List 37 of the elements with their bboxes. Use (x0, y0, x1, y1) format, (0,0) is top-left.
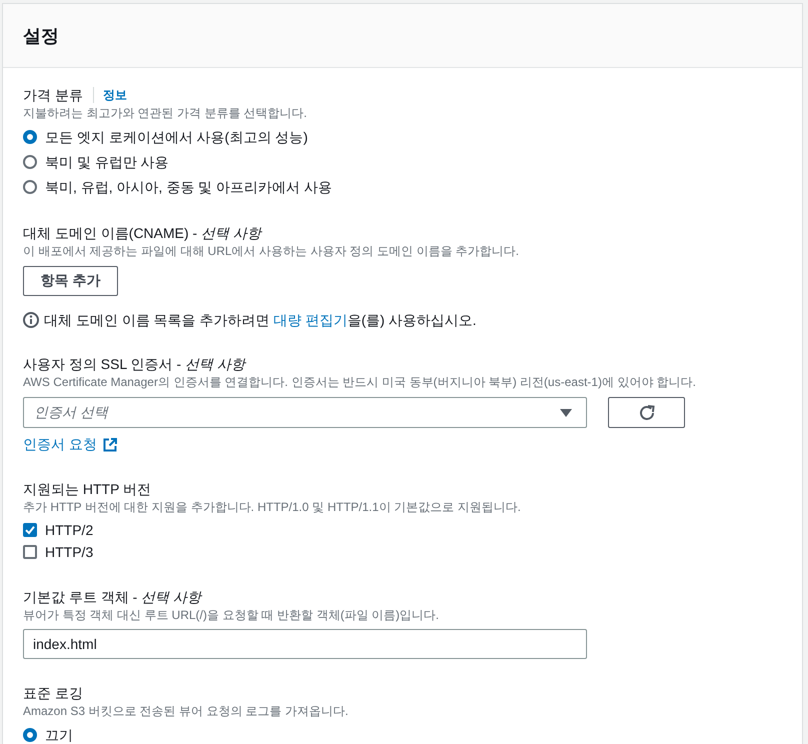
external-link-icon (102, 438, 117, 452)
caret-down-icon (560, 408, 572, 416)
field-description: 추가 HTTP 버전에 대한 지원을 추가합니다. HTTP/1.0 및 HTTP/1.1이 기본값으로 지원됩니다. (23, 499, 521, 515)
bulk-editor-link[interactable]: 대량 편집기 (273, 312, 348, 328)
field-label: 표준 로깅 (23, 684, 83, 703)
radio-label[interactable]: 모든 엣지 로케이션에서 사용(최고의 성능) (45, 128, 308, 144)
radio-label[interactable]: 북미 및 유럽만 사용 (45, 154, 169, 170)
refresh-button[interactable] (608, 397, 685, 428)
radio-button[interactable] (23, 728, 37, 742)
refresh-icon (638, 404, 656, 422)
field-description: AWS Certificate Manager의 인증서를 연결합니다. 인증서는 반드시 미국 동부(버지니아 북부) 리전(us-east-1)에 있어야 합니다. (23, 374, 696, 390)
panel-title: 설정 (23, 24, 59, 46)
radio-button[interactable] (23, 154, 37, 168)
info-icon (23, 312, 39, 328)
info-note: 대체 도메인 이름 목록을 추가하려면 대량 편집기 을(를) 사용하십시오. (44, 311, 476, 330)
radio-label[interactable]: 끄기 (45, 726, 73, 742)
checkbox[interactable] (23, 523, 37, 537)
radio-button[interactable] (23, 180, 37, 194)
request-certificate-link[interactable]: 인증서 요청 (23, 435, 117, 455)
checkbox[interactable] (23, 545, 37, 559)
add-item-button[interactable]: 항목 추가 (23, 266, 118, 296)
field-label: 기본값 루트 객체 - 선택 사항 (23, 588, 202, 607)
radio-label[interactable]: 북미, 유럽, 아시아, 중동 및 아프리카에서 사용 (45, 178, 332, 194)
checkbox-label[interactable]: HTTP/3 (45, 544, 94, 560)
field-description: Amazon S3 버킷으로 전송된 뷰어 요청의 로그를 가져옵니다. (23, 703, 348, 719)
root-object-input[interactable]: index.html (23, 629, 587, 659)
radio-button[interactable] (23, 130, 37, 144)
field-label: 대체 도메인 이름(CNAME) - 선택 사항 (23, 224, 261, 243)
field-description: 이 배포에서 제공하는 파일에 대해 URL에서 사용하는 사용자 정의 도메인 이름을 추가합니다. (23, 243, 520, 259)
field-label: 가격 분류 (23, 86, 83, 105)
certificate-select[interactable]: 인증서 선택 (23, 397, 587, 428)
field-description: 지불하려는 최고가와 연관된 가격 분류를 선택합니다. (23, 105, 308, 121)
checkbox-label[interactable]: HTTP/2 (45, 522, 94, 538)
field-label: 지원되는 HTTP 버전 (23, 480, 152, 499)
field-description: 뷰어가 특정 객체 대신 루트 URL(/)을 요청할 때 반환할 객체(파일 이름)입니다. (23, 607, 439, 623)
info-link[interactable]: 정보 (102, 87, 127, 103)
field-label: 사용자 정의 SSL 인증서 - 선택 사항 (23, 355, 245, 374)
